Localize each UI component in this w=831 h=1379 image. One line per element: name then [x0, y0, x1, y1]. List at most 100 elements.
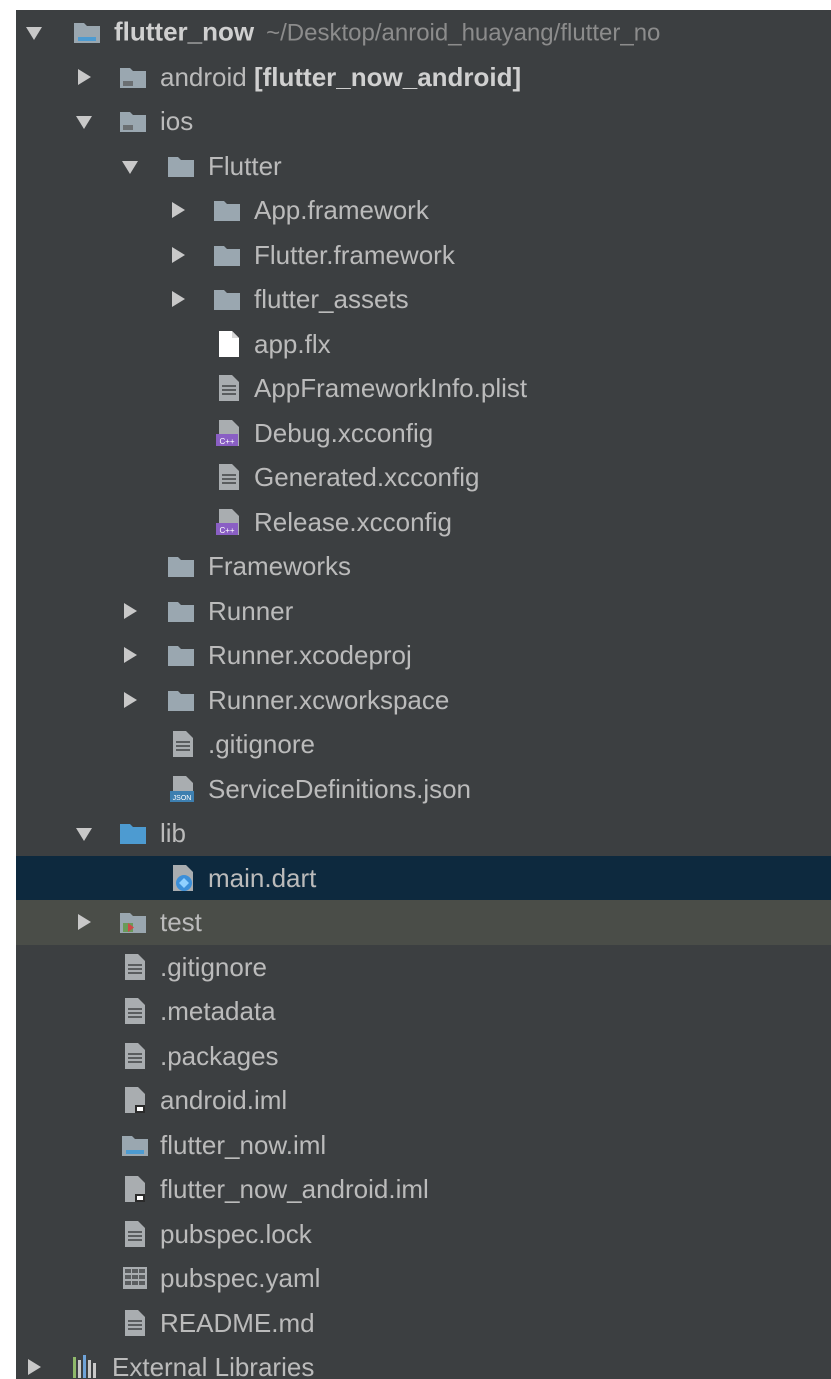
folder-icon — [166, 596, 196, 626]
folder-module-icon — [118, 106, 148, 136]
text-file-icon — [120, 952, 150, 982]
tree-item-release-xcconfig[interactable]: C++ Release.xcconfig — [16, 500, 831, 545]
chevron-right-icon[interactable] — [172, 202, 185, 219]
folder-icon — [166, 685, 196, 715]
folder-icon — [212, 195, 242, 225]
tree-item-label: App.framework — [254, 195, 429, 226]
chevron-down-icon[interactable] — [122, 160, 138, 174]
chevron-right-icon[interactable] — [172, 291, 185, 308]
tree-item-servicedefinitions-json[interactable]: JSON ServiceDefinitions.json — [16, 767, 831, 812]
tree-item-android-iml[interactable]: android.iml — [16, 1078, 831, 1123]
root-path: ~/Desktop/anroid_huayang/flutter_no — [266, 19, 661, 47]
tree-item-flutter-now-iml[interactable]: flutter_now.iml — [16, 1123, 831, 1168]
tree-item-pubspec-lock[interactable]: pubspec.lock — [16, 1212, 831, 1257]
folder-module-icon — [72, 17, 102, 47]
tree-item-label: pubspec.yaml — [160, 1263, 321, 1294]
tree-item-label: .metadata — [160, 996, 276, 1027]
text-file-icon — [120, 1219, 150, 1249]
tree-item-runner-xcodeproj[interactable]: Runner.xcodeproj — [16, 633, 831, 678]
project-panel: flutter_now ~/Desktop/anroid_huayang/flut… — [16, 10, 831, 1379]
text-file-icon — [120, 1308, 150, 1338]
dart-file-icon — [168, 863, 198, 893]
tree-item-label: flutter_assets — [254, 284, 409, 315]
text-file-icon — [168, 729, 198, 759]
tree-item-label: pubspec.lock — [160, 1218, 312, 1249]
chevron-down-icon[interactable] — [26, 27, 42, 41]
tree-item-flutter[interactable]: Flutter — [16, 144, 831, 189]
tree-item-label: Runner.xcworkspace — [208, 684, 450, 715]
chevron-down-icon[interactable] — [76, 116, 92, 130]
library-icon — [70, 1352, 100, 1379]
blank-file-icon — [214, 329, 244, 359]
tree-item-label: android.iml — [160, 1085, 288, 1116]
tree-item-ios-gitignore[interactable]: .gitignore — [16, 722, 831, 767]
tree-item-label: External Libraries — [112, 1352, 315, 1379]
tree-item-test[interactable]: test — [16, 900, 831, 945]
tree-item-label: Generated.xcconfig — [254, 462, 480, 493]
tree-item-label: ServiceDefinitions.json — [208, 773, 472, 804]
tree-item-pubspec-yaml[interactable]: pubspec.yaml — [16, 1256, 831, 1301]
text-file-icon — [214, 373, 244, 403]
tree-item-runner-xcworkspace[interactable]: Runner.xcworkspace — [16, 678, 831, 723]
tree-item-label: Frameworks — [208, 551, 352, 582]
folder-source-icon — [118, 818, 148, 848]
tree-item-appframeworkinfo-plist[interactable]: AppFrameworkInfo.plist — [16, 366, 831, 411]
tree-item-packages[interactable]: .packages — [16, 1034, 831, 1079]
tree-item-readme-md[interactable]: README.md — [16, 1301, 831, 1346]
tree-item-label: app.flx — [254, 328, 331, 359]
tree-item-ios[interactable]: ios — [16, 99, 831, 144]
tree-item-label: README.md — [160, 1307, 315, 1338]
chevron-right-icon[interactable] — [28, 1359, 41, 1376]
tree-item-label: lib — [160, 818, 187, 849]
tree-root-flutter-now[interactable]: flutter_now ~/Desktop/anroid_huayang/flut… — [16, 10, 831, 55]
folder-icon — [166, 640, 196, 670]
tree-item-label: test — [160, 907, 202, 938]
tree-item-app-flx[interactable]: app.flx — [16, 322, 831, 367]
tree-item-frameworks[interactable]: Frameworks — [16, 544, 831, 589]
tree-item-label: Debug.xcconfig — [254, 417, 434, 448]
folder-icon — [212, 284, 242, 314]
tree-item-debug-xcconfig[interactable]: C++ Debug.xcconfig — [16, 411, 831, 456]
tree-item-android[interactable]: android [flutter_now_android] — [16, 55, 831, 100]
chevron-right-icon[interactable] — [172, 246, 185, 263]
tree-item-external-libraries[interactable]: External Libraries — [16, 1345, 831, 1379]
chevron-right-icon[interactable] — [124, 691, 137, 708]
svg-text:JSON: JSON — [173, 795, 192, 802]
tree-item-flutter-assets[interactable]: flutter_assets — [16, 277, 831, 322]
chevron-right-icon[interactable] — [124, 602, 137, 619]
text-file-icon — [120, 996, 150, 1026]
tree-item-label: flutter_now.iml — [160, 1129, 327, 1160]
json-file-icon: JSON — [168, 774, 198, 804]
cpp-file-icon: C++ — [214, 418, 244, 448]
tree-item-label: flutter_now_android.iml — [160, 1174, 429, 1205]
text-file-icon — [120, 1041, 150, 1071]
tree-item-generated-xcconfig[interactable]: Generated.xcconfig — [16, 455, 831, 500]
tree-item-lib[interactable]: lib — [16, 811, 831, 856]
tree-item-label: .gitignore — [208, 729, 315, 760]
folder-icon — [166, 151, 196, 181]
iml-file-icon — [120, 1085, 150, 1115]
chevron-right-icon[interactable] — [78, 68, 91, 85]
tree-root-label: flutter_now ~/Desktop/anroid_huayang/flut… — [114, 19, 660, 46]
tree-item-label: Flutter.framework — [254, 239, 455, 270]
root-name: flutter_now — [114, 16, 255, 47]
tree-item-gitignore[interactable]: .gitignore — [16, 945, 831, 990]
tree-item-app-framework[interactable]: App.framework — [16, 188, 831, 233]
yaml-file-icon — [120, 1263, 150, 1293]
chevron-right-icon[interactable] — [78, 914, 91, 931]
tree-item-flutter-now-android-iml[interactable]: flutter_now_android.iml — [16, 1167, 831, 1212]
tree-item-runner[interactable]: Runner — [16, 589, 831, 634]
chevron-right-icon[interactable] — [124, 647, 137, 664]
tree-item-main-dart[interactable]: main.dart — [16, 855, 831, 900]
iml-file-icon — [120, 1174, 150, 1204]
tree-item-metadata[interactable]: .metadata — [16, 989, 831, 1034]
tree-item-label: Runner — [208, 595, 294, 626]
text-file-icon — [214, 462, 244, 492]
project-tree: flutter_now ~/Desktop/anroid_huayang/flut… — [16, 10, 831, 1379]
tree-item-label: AppFrameworkInfo.plist — [254, 373, 528, 404]
module-file-icon — [120, 1130, 150, 1160]
tree-item-label: ios — [160, 106, 194, 137]
tree-item-label: Flutter — [208, 150, 282, 181]
chevron-down-icon[interactable] — [76, 828, 92, 842]
tree-item-flutter-framework[interactable]: Flutter.framework — [16, 233, 831, 278]
